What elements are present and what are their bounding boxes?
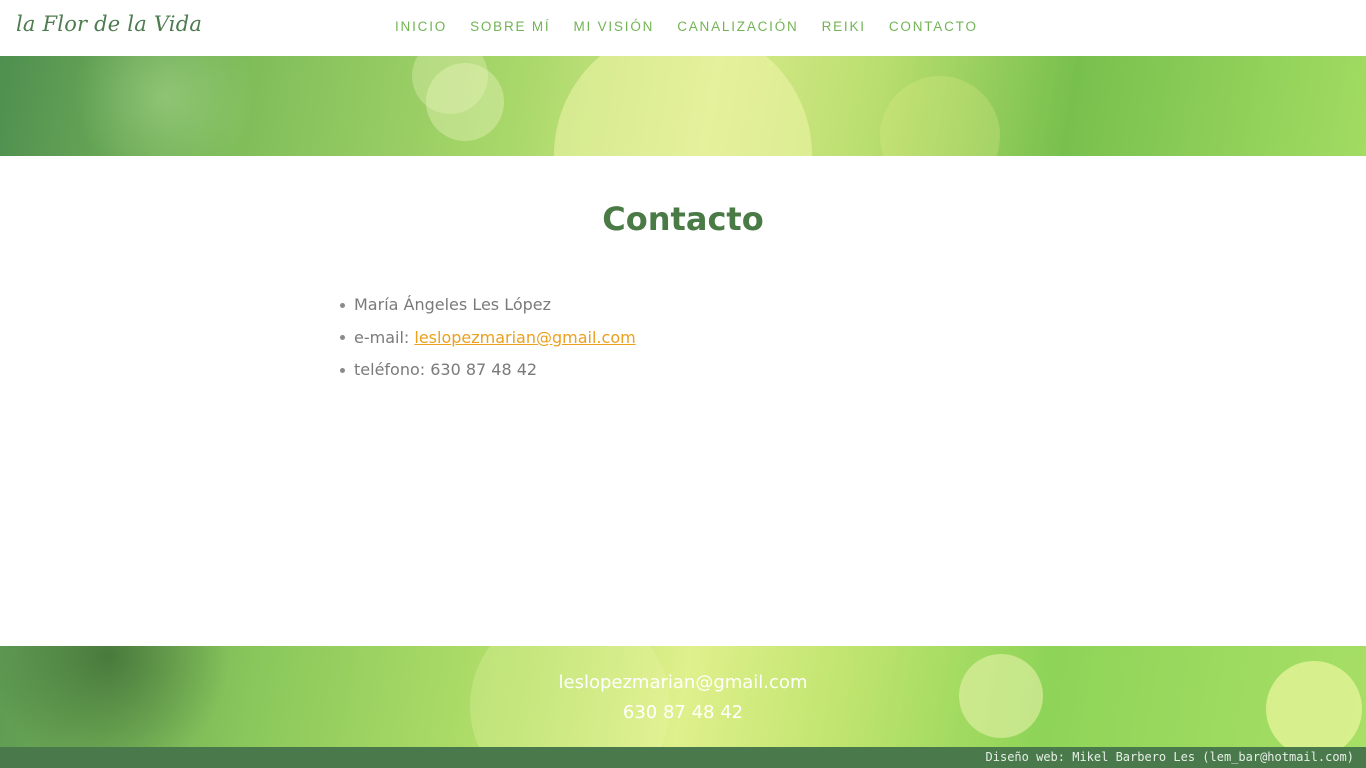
list-item-email: e-mail: leslopezmarian@gmail.com	[340, 322, 636, 355]
phone-label: teléfono:	[354, 360, 431, 380]
footer-email[interactable]: leslopezmarian@gmail.com	[0, 668, 1366, 698]
bullet-icon	[340, 302, 345, 308]
footer-contact: leslopezmarian@gmail.com 630 87 48 42	[0, 668, 1366, 728]
nav-sobre-mi[interactable]: SOBRE MÍ	[470, 19, 550, 34]
nav-mi-vision[interactable]: MI VISIÓN	[573, 19, 654, 34]
site-logo[interactable]: la Flor de la Vida	[16, 12, 202, 36]
list-item-phone: teléfono: 630 87 48 42	[340, 354, 636, 387]
nav-contacto[interactable]: CONTACTO	[889, 19, 978, 34]
email-link[interactable]: leslopezmarian@gmail.com	[414, 327, 635, 349]
email-label: e-mail:	[354, 327, 415, 347]
phone-number: 630 87 48 42	[430, 360, 538, 380]
bullet-icon	[340, 367, 345, 373]
site-header: la Flor de la Vida INICIO SOBRE MÍ MI VI…	[0, 0, 1366, 56]
credit-bar: Diseño web: Mikel Barbero Les (lem_bar@h…	[0, 747, 1366, 768]
contact-name: María Ángeles Les López	[354, 295, 552, 315]
main-nav: INICIO SOBRE MÍ MI VISIÓN CANALIZACIÓN R…	[395, 19, 1001, 34]
contact-list: María Ángeles Les López e-mail: leslopez…	[340, 289, 636, 387]
nav-reiki[interactable]: REIKI	[822, 19, 866, 34]
bokeh-light	[880, 76, 1000, 156]
header-banner	[0, 56, 1366, 156]
bokeh-light	[426, 63, 504, 141]
list-item-name: María Ángeles Les López	[340, 289, 636, 322]
page-title: Contacto	[602, 200, 764, 238]
design-credit: Diseño web: Mikel Barbero Les (lem_bar@h…	[985, 750, 1354, 764]
footer-phone: 630 87 48 42	[622, 702, 744, 723]
nav-inicio[interactable]: INICIO	[395, 19, 447, 34]
nav-canalizacion[interactable]: CANALIZACIÓN	[677, 19, 798, 34]
bullet-icon	[340, 335, 345, 341]
bokeh-light	[554, 56, 812, 156]
